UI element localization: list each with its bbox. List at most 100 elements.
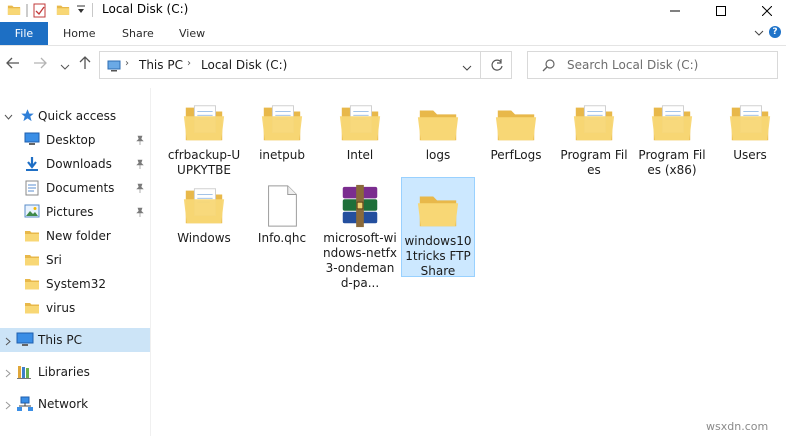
sidebar-item-documents[interactable]: Documents [0,176,150,200]
search-placeholder: Search Local Disk (C:) [567,58,699,72]
file-name: Program Files [560,148,628,177]
download-icon [24,156,40,175]
file-name: Users [733,148,767,162]
pin-icon[interactable] [135,134,145,148]
file-item[interactable]: Users [713,92,786,192]
computer-icon [16,332,34,350]
sidebar-item-virus[interactable]: virus [0,296,150,320]
computer-icon [107,60,121,75]
maximize-button[interactable] [698,0,744,21]
sidebar-item-downloads[interactable]: Downloads [0,152,150,176]
forward-icon[interactable] [33,56,47,74]
tab-home[interactable]: Home [63,22,95,45]
window-title: Local Disk (C:) [102,2,189,16]
folder-icon [415,186,461,235]
star-icon [20,108,35,126]
sidebar-item-system32[interactable]: System32 [0,272,150,296]
breadcrumb-separator-icon[interactable]: › [187,58,191,69]
recent-locations-icon[interactable] [60,58,70,76]
file-item[interactable]: Program Files [557,92,631,192]
pin-icon[interactable] [135,158,145,172]
documents-icon [25,180,39,199]
chevron-down-icon[interactable] [4,111,13,125]
tab-view[interactable]: View [179,22,205,45]
ribbon-tabs: File Home Share View ? [0,22,786,46]
tab-file[interactable]: File [0,22,48,45]
folder-icon [24,276,40,295]
sidebar-item-quick-access[interactable]: Quick access [0,104,150,128]
file-item[interactable]: PerfLogs [479,92,553,192]
sidebar-item-label: Documents [46,181,115,195]
file-item[interactable]: Program Files (x86) [635,92,709,192]
folder-icon [24,228,40,247]
file-item-selected[interactable]: windows101tricks FTP Share [401,177,475,278]
help-icon[interactable]: ? [769,26,781,38]
file-name: Program Files (x86) [638,148,706,177]
folder-docs-icon [571,100,617,149]
address-bar[interactable]: › This PC › Local Disk (C:) [99,51,512,79]
expand-ribbon-icon[interactable] [754,27,764,41]
folder-docs-icon [337,100,383,149]
sidebar-item-new-folder[interactable]: New folder [0,224,150,248]
sidebar-item-this-pc[interactable]: This PC [0,328,150,352]
file-icon [259,183,305,232]
folder-docs-icon [181,100,227,149]
tab-share[interactable]: Share [122,22,154,45]
folder-icon [24,252,40,271]
title-divider [92,3,93,17]
sidebar-item-pictures[interactable]: Pictures [0,200,150,224]
file-item[interactable]: microsoft-windows-netfx3-ondemand-pa... [323,175,397,295]
search-box[interactable]: Search Local Disk (C:) [527,51,778,79]
sidebar-item-label: Network [38,397,89,411]
back-icon[interactable] [6,56,20,74]
file-item[interactable]: Info.qhc [245,175,319,275]
pictures-icon [24,204,40,221]
file-name: Info.qhc [257,231,307,245]
folder-icon [24,300,40,319]
winrar-archive-icon [337,183,383,232]
file-name: logs [425,148,451,162]
address-history-icon[interactable] [462,61,472,75]
customize-quick-access-icon[interactable] [76,4,86,18]
title-bar: Local Disk (C:) [0,0,786,21]
sidebar-item-label: New folder [46,229,111,243]
chevron-right-icon[interactable] [4,367,13,381]
folder-docs-icon [181,183,227,232]
sidebar-item-label: Libraries [38,365,90,379]
properties-check-icon[interactable] [33,2,47,21]
sidebar-item-sri[interactable]: Sri [0,248,150,272]
sidebar-item-label: Quick access [38,109,117,123]
breadcrumb-this-pc[interactable]: This PC [139,58,183,72]
libraries-icon [16,364,32,383]
new-folder-quick-icon[interactable] [56,3,70,20]
file-name: PerfLogs [490,148,542,162]
folder-docs-icon [649,100,695,149]
sidebar-item-label: virus [46,301,76,315]
sidebar-item-libraries[interactable]: Libraries [0,360,150,384]
navigation-pane: Quick access Desktop Downloads Documents… [0,88,150,436]
sidebar-item-label: Sri [46,253,62,267]
search-icon [542,58,556,75]
folder-docs-icon [727,100,773,149]
breadcrumb-separator-icon[interactable]: › [125,58,129,69]
sidebar-item-desktop[interactable]: Desktop [0,128,150,152]
folder-icon [415,100,461,149]
network-icon [16,396,34,415]
pin-icon[interactable] [135,206,145,220]
minimize-button[interactable] [652,0,698,21]
breadcrumb-local-disk[interactable]: Local Disk (C:) [201,58,287,72]
sidebar-item-network[interactable]: Network [0,392,150,416]
chevron-right-icon[interactable] [4,335,13,349]
file-list: cfrbackup-UUPKYTBE inetpub Intel logs Pe… [151,88,786,436]
close-button[interactable] [744,0,786,21]
file-name: Windows [177,231,231,245]
pin-icon[interactable] [135,182,145,196]
sidebar-item-label: This PC [38,333,82,347]
refresh-button[interactable] [480,52,513,78]
window-folder-icon [6,3,22,20]
file-name: cfrbackup-UUPKYTBE [167,148,241,177]
watermark: wsxdn.com [706,420,769,433]
file-item[interactable]: Windows [167,175,241,275]
up-icon[interactable] [78,56,92,74]
chevron-right-icon[interactable] [4,399,13,413]
